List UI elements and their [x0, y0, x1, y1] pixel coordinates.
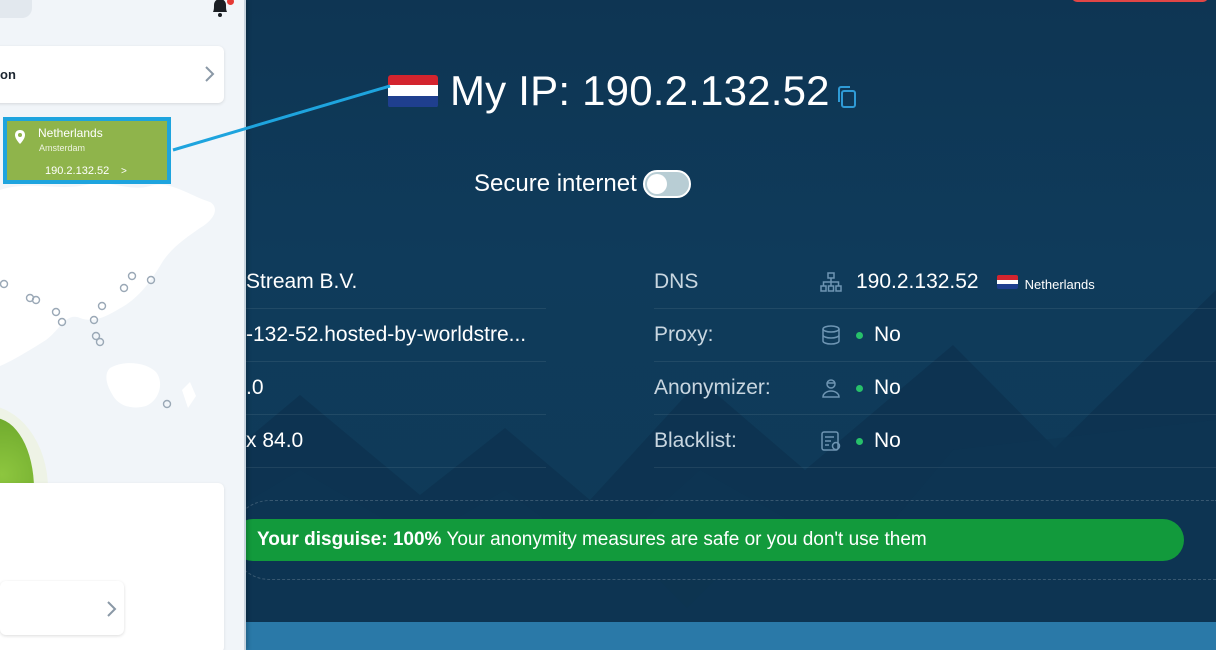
top-right-button-edge[interactable] — [1072, 0, 1208, 2]
my-ip-title: My IP: 190.2.132.52 — [450, 67, 830, 114]
blacklist-label: Blacklist: — [654, 429, 737, 452]
blacklist-value: No — [874, 429, 901, 452]
database-icon — [820, 325, 852, 345]
netherlands-flag-small-icon — [996, 275, 1018, 289]
scroll-down-arrow-icon[interactable] — [659, 580, 715, 608]
list-item: -132-52.hosted-by-worldstre... — [246, 309, 546, 362]
map-pin-icon — [15, 130, 25, 144]
connection-card-label: on — [0, 67, 16, 82]
status-dot — [856, 384, 863, 392]
netherlands-flag-icon — [388, 74, 438, 108]
popup-ip: 190.2.132.52 — [45, 165, 110, 177]
list-item: .0 — [246, 362, 546, 415]
dns-value: 190.2.132.52 — [856, 270, 979, 293]
list-item: x 84.0 — [246, 415, 546, 468]
list-check-icon — [820, 431, 852, 451]
anonymizer-row: Anonymizer: No — [654, 362, 1216, 415]
chevron-right-icon — [107, 601, 117, 617]
dns-label: DNS — [654, 270, 699, 293]
proxy-row: Proxy: No — [654, 309, 1216, 362]
toggle-knob — [646, 174, 667, 194]
secure-internet-row: Secure internet — [474, 170, 691, 198]
chevron-right-icon — [205, 66, 215, 82]
proxy-label: Proxy: — [654, 323, 714, 346]
anonymizer-value: No — [874, 376, 901, 399]
anonymizer-label: Anonymizer: — [654, 376, 771, 399]
info-card — [0, 483, 224, 650]
map-side-panel: on Netherlands Amsterdam 190.2.132.52 > — [0, 0, 246, 650]
copy-icon[interactable] — [836, 84, 858, 110]
network-icon — [820, 272, 852, 292]
connection-card[interactable]: on — [0, 46, 224, 103]
bottom-strip — [246, 622, 1216, 650]
bell-icon[interactable] — [209, 0, 234, 22]
info-card-button[interactable] — [0, 581, 124, 635]
panel-top-control[interactable] — [0, 0, 32, 18]
status-dot — [856, 331, 863, 339]
list-item: Stream B.V. — [246, 256, 546, 309]
secure-internet-toggle[interactable] — [642, 170, 691, 198]
user-icon — [820, 378, 852, 398]
disguise-status-bar: Your disguise: 100% Your anonymity measu… — [232, 519, 1184, 561]
ip-heading: My IP: 190.2.132.52 — [388, 66, 858, 116]
popup-city: Amsterdam — [39, 143, 86, 153]
popup-country: Netherlands — [38, 126, 103, 140]
disguise-score: Your disguise: 100% — [257, 529, 442, 550]
popup-arrow: > — [121, 166, 127, 177]
security-info-list: DNS 190.2.132.52 Netherlands Proxy: No A… — [654, 256, 1216, 468]
blacklist-row: Blacklist: No — [654, 415, 1216, 468]
dns-row: DNS 190.2.132.52 Netherlands — [654, 256, 1216, 309]
dns-country: Netherlands — [1024, 276, 1095, 292]
proxy-value: No — [874, 323, 901, 346]
location-popup[interactable]: Netherlands Amsterdam 190.2.132.52 > — [3, 117, 171, 184]
ip-info-list: Stream B.V. -132-52.hosted-by-worldstre.… — [246, 256, 546, 468]
disguise-message: Your anonymity measures are safe or you … — [446, 529, 927, 550]
notification-badge — [227, 0, 234, 5]
status-dot — [856, 437, 863, 445]
secure-internet-label: Secure internet — [474, 170, 637, 197]
